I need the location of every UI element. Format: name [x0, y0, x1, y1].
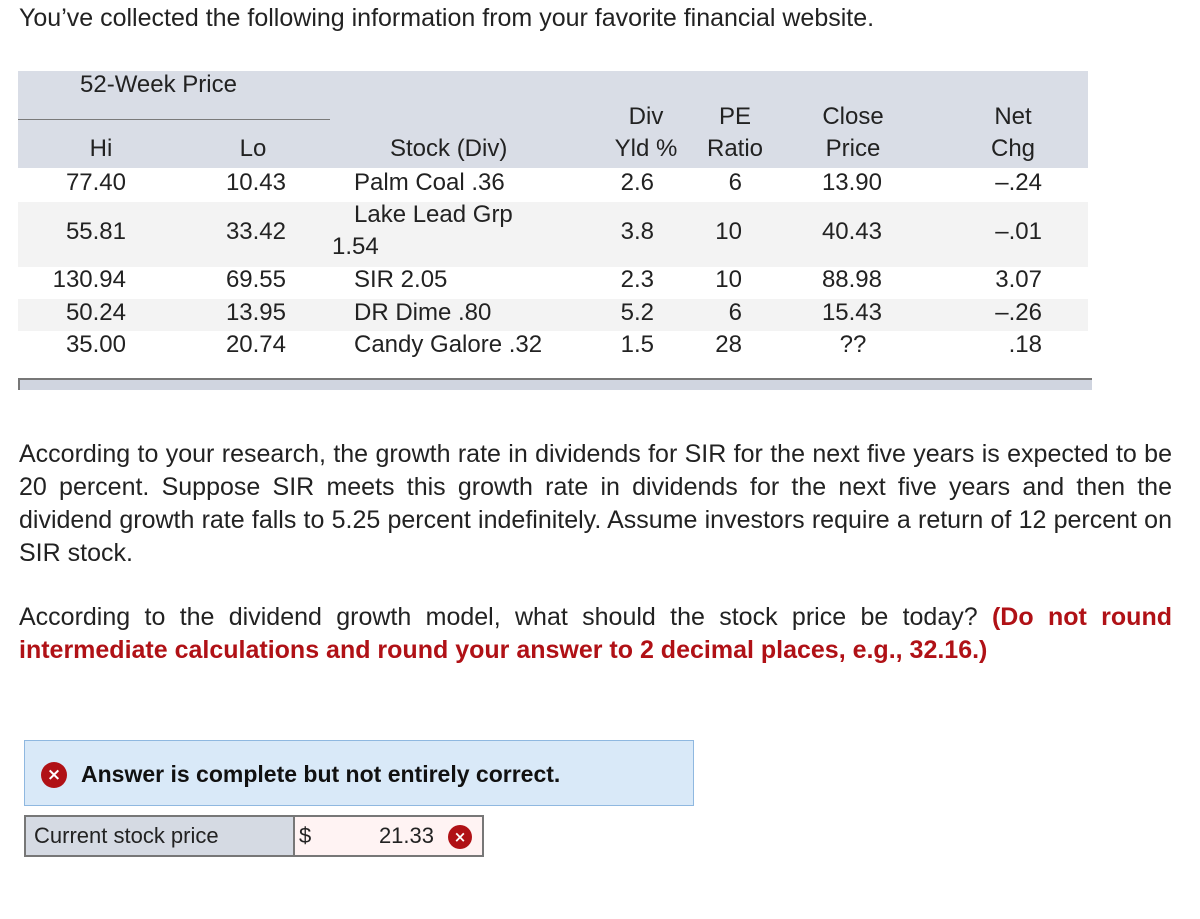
header-hi: Hi [89, 135, 113, 162]
incorrect-icon: × [448, 825, 472, 849]
cell-net: –.24 [995, 169, 1042, 196]
table-footer-bar [18, 378, 1092, 390]
cell-yld: 2.6 [620, 169, 654, 196]
header-close-line1: Close [822, 103, 884, 130]
cell-yld: 3.8 [620, 218, 654, 245]
cell-yld: 5.2 [620, 299, 654, 326]
cell-pe: 28 [715, 331, 742, 358]
cell-hi: 50.24 [65, 299, 126, 326]
cell-net: –.26 [995, 299, 1042, 326]
cell-hi: 77.40 [65, 169, 126, 196]
cell-lo: 69.55 [225, 266, 286, 293]
cell-stock: Palm Coal .36 [354, 169, 505, 196]
answer-input[interactable]: $ 21.33 × [295, 817, 482, 855]
error-icon: × [41, 762, 67, 788]
question-text: According to the dividend growth model, … [19, 601, 1172, 667]
cell-pe: 10 [715, 266, 742, 293]
header-div-yld-line2: Yld % [614, 135, 678, 162]
cell-net: –.01 [995, 218, 1042, 245]
question-main: According to the dividend growth model, … [19, 603, 992, 631]
cell-stock: SIR 2.05 [354, 266, 448, 293]
currency-symbol: $ [299, 823, 312, 848]
cell-lo: 33.42 [225, 218, 286, 245]
cell-net: .18 [1008, 331, 1042, 358]
header-net-line1: Net [994, 103, 1032, 130]
answer-value: 21.33 [378, 823, 434, 848]
header-pe-line1: PE [718, 103, 751, 130]
problem-statement: According to your research, the growth r… [19, 440, 1172, 567]
cell-close: 13.90 [821, 169, 882, 196]
cell-stock: Candy Galore .32 [354, 331, 543, 358]
feedback-message: Answer is complete but not entirely corr… [81, 761, 561, 787]
cell-hi: 130.94 [52, 266, 126, 293]
cell-lo: 10.43 [225, 169, 286, 196]
answer-row: Current stock price $ 21.33 × [24, 815, 484, 857]
header-net-line2: Chg [990, 135, 1036, 162]
cell-yld: 1.5 [620, 331, 654, 358]
intro-text: You’ve collected the following informati… [19, 4, 875, 32]
cell-net: 3.07 [995, 266, 1042, 293]
answer-label: Current stock price [26, 817, 295, 855]
header-lo: Lo [239, 135, 267, 162]
header-stock-div: Stock (Div) [390, 135, 508, 162]
cell-hi: 35.00 [65, 331, 126, 358]
cell-lo: 20.74 [225, 331, 286, 358]
header-close-line2: Price [825, 135, 881, 162]
cell-close: ?? [839, 331, 867, 358]
header-pe-line2: Ratio [706, 135, 764, 162]
cell-yld: 2.3 [620, 266, 654, 293]
cell-close: 15.43 [821, 299, 882, 326]
cell-stock-div: 1.54 [332, 233, 379, 260]
cell-close: 40.43 [821, 218, 882, 245]
cell-lo: 13.95 [225, 299, 286, 326]
cell-pe: 6 [728, 299, 742, 326]
cell-pe: 6 [728, 169, 742, 196]
header-div-yld-line1: Div [628, 103, 664, 130]
cell-stock: DR Dime .80 [354, 299, 492, 326]
feedback-banner: × Answer is complete but not entirely co… [24, 740, 694, 806]
cell-hi: 55.81 [65, 218, 126, 245]
cell-pe: 10 [715, 218, 742, 245]
cell-close: 88.98 [821, 266, 882, 293]
group-header-52-week-price: 52-Week Price [80, 71, 237, 98]
cell-stock: Lake Lead Grp [354, 201, 513, 228]
group-header-divider [18, 119, 330, 120]
